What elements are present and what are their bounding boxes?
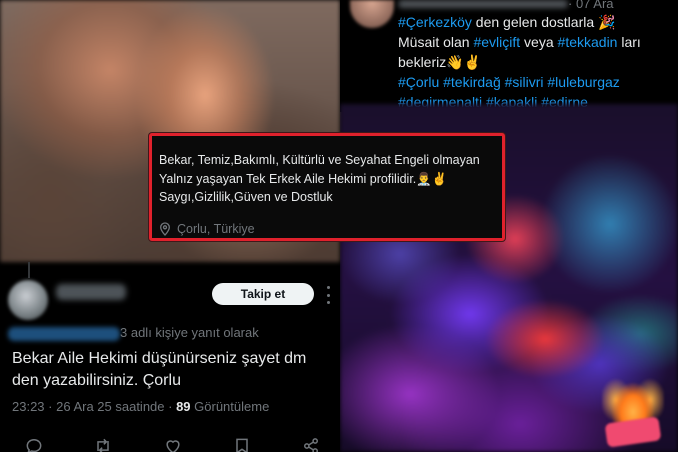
text-segment: Müsait olan	[398, 34, 474, 50]
location-text: Çorlu, Türkiye	[177, 222, 255, 236]
timestamp[interactable]: 23:23 · 26 Ara 25 saatinde ·	[12, 399, 176, 414]
replying-to-text: 3 adlı kişiye yanıt olarak	[120, 325, 259, 340]
timestamp[interactable]: · 07 Ara	[568, 0, 614, 11]
replying-to-row: 3 adlı kişiye yanıt olarak	[8, 324, 338, 342]
like-icon[interactable]	[163, 436, 183, 452]
tweet-text: #Çerkezköy den gelen dostlarla 🎉 Müsait …	[398, 12, 674, 112]
retweet-icon[interactable]	[93, 436, 113, 452]
avatar[interactable]	[350, 0, 394, 28]
reply-icon[interactable]	[24, 436, 44, 452]
author-name-redacted[interactable]	[56, 284, 126, 300]
reply-tweet[interactable]: Takip et 3 adlı kişiye yanıt olarak Beka…	[0, 270, 340, 452]
profile-bio: Bekar, Temiz,Bakımlı, Kültürlü ve Seyaha…	[159, 153, 480, 204]
action-bar	[0, 436, 340, 452]
hashtag-links[interactable]: #Çorlu #tekirdağ #silivri #luleburgaz	[398, 74, 620, 90]
text-segment: veya	[520, 34, 558, 50]
follow-button[interactable]: Takip et	[212, 283, 314, 305]
author-name-redacted[interactable]	[398, 0, 568, 8]
text-segment: bekleriz👋✌️	[398, 54, 482, 70]
avatar[interactable]	[8, 280, 48, 320]
share-icon[interactable]	[301, 436, 321, 452]
location-pin-icon	[160, 222, 170, 236]
replied-handles-redacted[interactable]	[8, 327, 120, 341]
hashtag-link[interactable]: #tekkadin	[558, 34, 618, 50]
more-icon[interactable]	[325, 286, 331, 304]
bookmark-icon[interactable]	[232, 436, 252, 452]
profile-bio-card: Bekar, Temiz,Bakımlı, Kültürlü ve Seyaha…	[149, 133, 505, 241]
profile-location: Çorlu, Türkiye	[159, 220, 255, 238]
tweet-text: Bekar Aile Hekimi düşünürseniz şayet dm …	[12, 350, 307, 389]
text-segment: den gelen dostlarla 🎉	[471, 14, 616, 30]
hashtag-link[interactable]: #Çerkezköy	[398, 14, 472, 30]
right-tweet[interactable]: · 07 Ara #Çerkezköy den gelen dostlarla …	[340, 0, 678, 112]
hashtag-link[interactable]: #evliçift	[473, 34, 520, 50]
text-segment: ları	[617, 34, 641, 50]
tweet-meta: 23:23 · 26 Ara 25 saatinde · 89 Görüntül…	[12, 399, 269, 414]
views-count: 89	[176, 399, 191, 414]
views-label: Görüntüleme	[190, 399, 270, 414]
